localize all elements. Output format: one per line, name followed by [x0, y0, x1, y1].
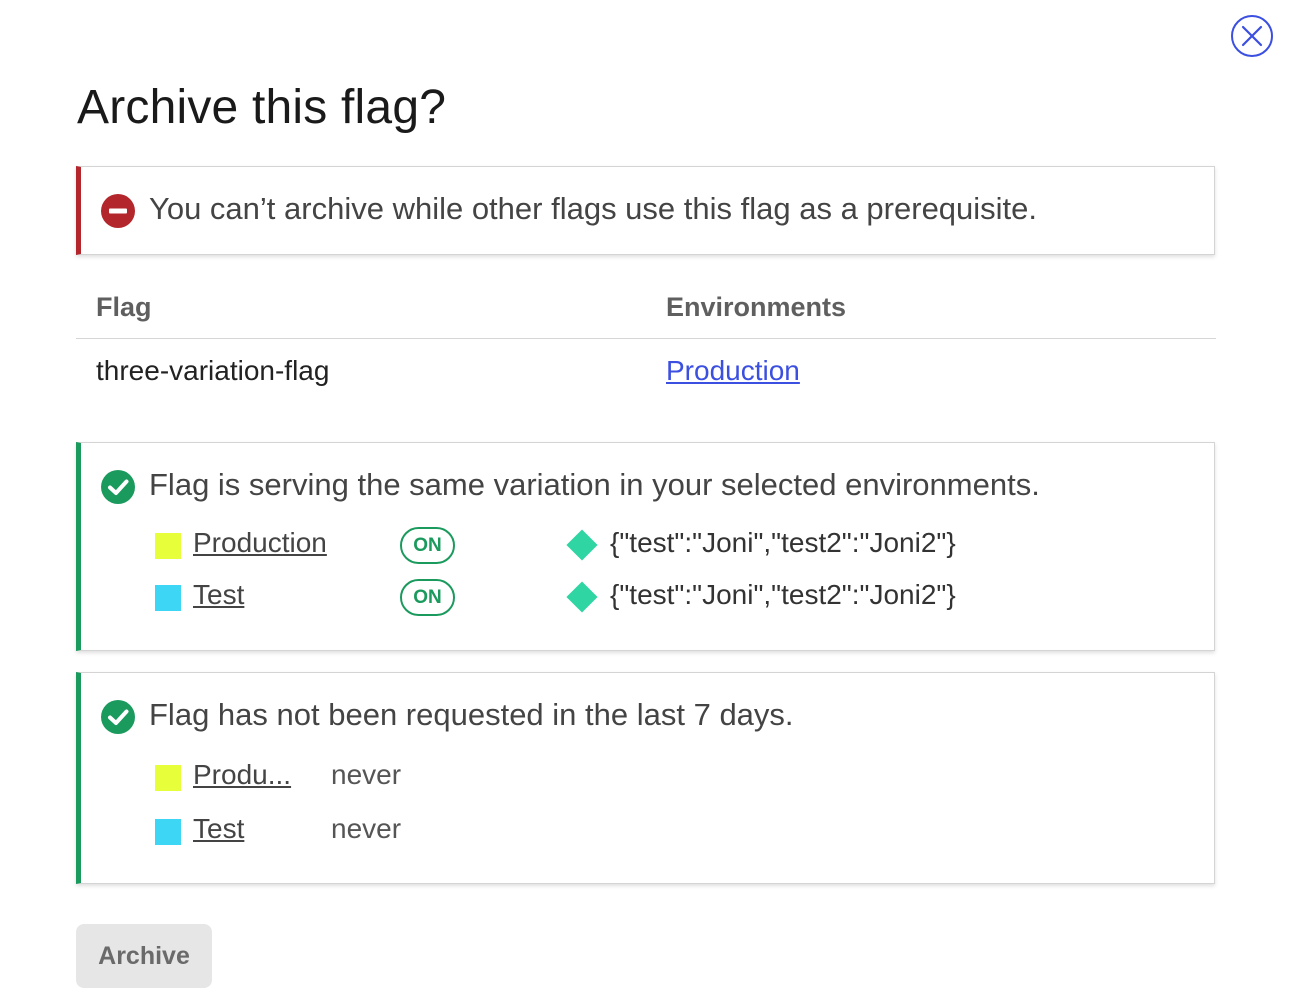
- last-requested-value: never: [331, 813, 402, 844]
- env-link-test[interactable]: Test: [193, 813, 244, 845]
- requests-callout: Flag has not been requested in the last …: [76, 672, 1215, 884]
- variation-diamond-icon: [566, 581, 598, 613]
- table-row-environment-link[interactable]: Production: [666, 355, 800, 387]
- close-icon: [1241, 25, 1263, 47]
- flag-column-header: Flag: [96, 292, 152, 322]
- variation-value: {"test":"Joni","test2":"Joni2"}: [610, 527, 956, 558]
- test-color-swatch: [155, 819, 181, 845]
- requests-message: Flag has not been requested in the last …: [149, 697, 794, 732]
- table-divider: [76, 338, 1216, 339]
- variation-value: {"test":"Joni","test2":"Joni2"}: [610, 579, 956, 610]
- env-link-production[interactable]: Produ...: [193, 759, 291, 791]
- production-color-swatch: [155, 533, 181, 559]
- env-link-test[interactable]: Test: [193, 579, 244, 611]
- production-color-swatch: [155, 765, 181, 791]
- status-badge: ON: [400, 527, 455, 564]
- check-circle-icon: [101, 700, 135, 734]
- error-minus-icon: [101, 194, 135, 228]
- table-row-flag-key: three-variation-flag: [96, 355, 330, 386]
- env-link-production[interactable]: Production: [193, 527, 327, 559]
- error-callout: You can’t archive while other flags use …: [76, 166, 1215, 255]
- test-color-swatch: [155, 585, 181, 611]
- dialog-title: Archive this flag?: [77, 81, 447, 134]
- last-requested-value: never: [331, 759, 402, 790]
- environments-column-header: Environments: [666, 292, 847, 322]
- check-circle-icon: [101, 470, 135, 504]
- archive-button[interactable]: Archive: [76, 924, 212, 988]
- status-badge: ON: [400, 579, 455, 616]
- variation-diamond-icon: [566, 529, 598, 561]
- error-message: You can’t archive while other flags use …: [149, 191, 1038, 226]
- variation-message: Flag is serving the same variation in yo…: [149, 467, 1040, 502]
- variation-callout: Flag is serving the same variation in yo…: [76, 442, 1215, 651]
- close-button[interactable]: [1231, 15, 1273, 57]
